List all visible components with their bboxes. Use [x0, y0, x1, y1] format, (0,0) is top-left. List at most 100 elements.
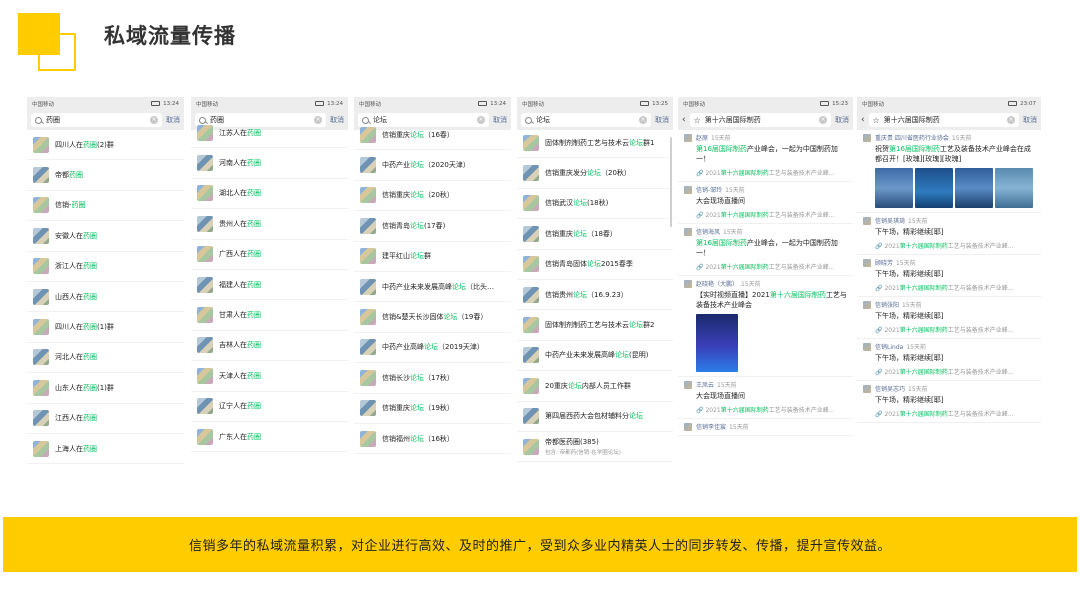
- list-item[interactable]: 信销青岛论坛(17春): [354, 211, 511, 242]
- scrollbar-thumb[interactable]: [670, 137, 672, 227]
- post-image[interactable]: [875, 168, 913, 208]
- list-item[interactable]: 四川人在药圈(2)群: [27, 130, 184, 161]
- list-item[interactable]: 帝都医药圈(385) 包含: 帝都药(信销-在学圈论坛): [517, 432, 673, 463]
- cancel-button[interactable]: 取消: [166, 115, 180, 125]
- feed-post[interactable]: 重庆贵 四川省医药行业协会 15天前 祝贺第16届国际制药工艺及装备技术产业峰会在成…: [857, 130, 1041, 213]
- list-item[interactable]: 信销重庆论坛（16春）: [354, 120, 511, 151]
- shared-link[interactable]: 🔗 2021第十六届国际制药工艺与装备技术产业峰…: [875, 367, 1037, 376]
- post-author[interactable]: 信销李佳宸: [696, 424, 726, 431]
- feed-post[interactable]: 信销海风 15天前 第16届国际制药产业峰会，一起为中国制药加一！ 🔗 2021第十六届…: [678, 224, 853, 276]
- shared-link[interactable]: 🔗 2021第十六届国际制药工艺与装备技术产业峰…: [696, 262, 849, 271]
- clear-icon[interactable]: ×: [1007, 116, 1015, 124]
- post-image[interactable]: [955, 168, 993, 208]
- shared-link[interactable]: 🔗 2021第十六届国际制药工艺与装备技术产业峰…: [875, 241, 1037, 250]
- list-item[interactable]: 第四届西药大会包材辅料分论坛: [517, 402, 673, 432]
- user-avatar[interactable]: [863, 343, 871, 351]
- shared-link[interactable]: 🔗 2021第十六届国际制药工艺与装备技术产业峰…: [875, 409, 1037, 418]
- list-item[interactable]: 信销重庆论坛（20秋）: [354, 181, 511, 212]
- list-item[interactable]: 固体制剂制药工艺与技术云论坛群1: [517, 128, 673, 159]
- feed-post[interactable]: 信销吴琪琦 15天前 下午场，精彩继续[耶] 🔗 2021第十六届国际制药工艺与装备技术…: [857, 213, 1041, 255]
- cancel-button[interactable]: 取消: [1023, 115, 1037, 125]
- list-item[interactable]: 贵州人在药圈: [191, 209, 348, 240]
- cancel-button[interactable]: 取消: [655, 115, 669, 125]
- list-item[interactable]: 四川人在药圈(1)群: [27, 312, 184, 343]
- list-item[interactable]: 信销青岛固体论坛2015春季: [517, 250, 673, 280]
- search-input[interactable]: ☆ 第十六届国际制药 ×: [689, 113, 831, 127]
- list-item[interactable]: 河南人在药圈: [191, 148, 348, 179]
- clear-icon[interactable]: ×: [150, 116, 158, 124]
- back-icon[interactable]: ‹: [682, 115, 686, 125]
- list-item[interactable]: 信销长沙论坛（17秋）: [354, 363, 511, 394]
- list-item[interactable]: 中药产业未来发展高峰论坛（比头…: [354, 272, 511, 303]
- user-avatar[interactable]: [684, 381, 692, 389]
- feed-post[interactable]: 信销吴志巧 15天前 下午场，精彩继续[耶] 🔗 2021第十六届国际制药工艺与装备技术…: [857, 381, 1041, 423]
- user-avatar[interactable]: [684, 134, 692, 142]
- list-item[interactable]: 信销福州论坛（16秋）: [354, 424, 511, 455]
- list-item[interactable]: 信销&楚天长沙固体论坛（19春）: [354, 302, 511, 333]
- post-author[interactable]: 赵晓艳（大鹏）: [696, 281, 738, 288]
- user-avatar[interactable]: [863, 259, 871, 267]
- list-item[interactable]: 浙江人在药圈: [27, 252, 184, 282]
- search-input[interactable]: 药圈 ×: [31, 113, 162, 127]
- list-item[interactable]: 广西人在药圈: [191, 240, 348, 270]
- list-item[interactable]: 信销-药圈: [27, 191, 184, 222]
- list-item[interactable]: 帝都药圈: [27, 160, 184, 191]
- list-item[interactable]: 天津人在药圈: [191, 361, 348, 392]
- post-author[interactable]: 信销海风: [696, 229, 720, 236]
- list-item[interactable]: 20重庆论坛内部人员工作群: [517, 371, 673, 402]
- post-image[interactable]: [995, 168, 1033, 208]
- list-item[interactable]: 中药产业未来发展高峰论坛(昆明): [517, 341, 673, 372]
- list-item[interactable]: 建平红山论坛群: [354, 242, 511, 272]
- list-item[interactable]: 江西人在药圈: [27, 404, 184, 434]
- list-item[interactable]: 安徽人在药圈: [27, 221, 184, 252]
- feed-post[interactable]: 赵原 15天前 第16届国际制药产业峰会，一起为中国制药加一！ 🔗 2021第十六届国际…: [678, 130, 853, 182]
- list-item[interactable]: 信销武汉论坛(18秋): [517, 189, 673, 220]
- post-author[interactable]: 信销吴志巧: [875, 386, 905, 393]
- search-input[interactable]: 论坛 ×: [521, 113, 651, 127]
- feed-post[interactable]: 赵晓艳（大鹏） 15天前 【实时视频直播】2021第十六届国际制药工艺与装备技术产业…: [678, 276, 853, 377]
- post-author[interactable]: 王凤云: [696, 382, 714, 389]
- user-avatar[interactable]: [684, 280, 692, 288]
- list-item[interactable]: 湖北人在药圈: [191, 179, 348, 210]
- user-avatar[interactable]: [863, 385, 871, 393]
- list-item[interactable]: 福建人在药圈: [191, 270, 348, 301]
- list-item[interactable]: 吉林人在药圈: [191, 331, 348, 362]
- cancel-button[interactable]: 取消: [835, 115, 849, 125]
- list-item[interactable]: 上海人在药圈: [27, 434, 184, 465]
- list-item[interactable]: 辽宁人在药圈: [191, 392, 348, 422]
- feed-post[interactable]: 信销Linda 15天前 下午场，精彩继续[耶] 🔗 2021第十六届国际制药工艺与装备…: [857, 339, 1041, 381]
- list-item[interactable]: 山东人在药圈(1)群: [27, 373, 184, 404]
- user-avatar[interactable]: [684, 228, 692, 236]
- user-avatar[interactable]: [863, 301, 871, 309]
- post-author[interactable]: 重庆贵 四川省医药行业协会: [875, 135, 949, 142]
- shared-link[interactable]: 🔗 2021第十六届国际制药工艺与装备技术产业峰…: [696, 405, 849, 414]
- shared-link[interactable]: 🔗 2021第十六届国际制药工艺与装备技术产业峰…: [696, 168, 849, 177]
- feed-post[interactable]: 信销李佳宸 15天前: [678, 419, 853, 436]
- list-item[interactable]: 中药产业高峰论坛（2019天津）: [354, 333, 511, 364]
- user-avatar[interactable]: [863, 134, 871, 142]
- post-image[interactable]: [915, 168, 953, 208]
- shared-link[interactable]: 🔗 2021第十六届国际制药工艺与装备技术产业峰…: [696, 210, 849, 219]
- post-author[interactable]: 信销张阳: [875, 302, 899, 309]
- list-item[interactable]: 甘肃人在药圈: [191, 300, 348, 331]
- post-author[interactable]: 顾晓芳: [875, 260, 893, 267]
- user-avatar[interactable]: [863, 217, 871, 225]
- list-item[interactable]: 河北人在药圈: [27, 343, 184, 374]
- search-input[interactable]: ☆ 第十六届国际制药 ×: [868, 113, 1019, 127]
- list-item[interactable]: 信销贵州论坛（16.9.23）: [517, 280, 673, 311]
- list-item[interactable]: 信销重庆论坛（18春）: [517, 219, 673, 250]
- feed-post[interactable]: 顾晓芳 15天前 下午场，精彩继续[耶] 🔗 2021第十六届国际制药工艺与装备技术产业…: [857, 255, 1041, 297]
- list-item[interactable]: 山西人在药圈: [27, 282, 184, 313]
- post-author[interactable]: 信销吴琪琦: [875, 218, 905, 225]
- list-item[interactable]: 广东人在药圈: [191, 422, 348, 453]
- post-author[interactable]: 赵原: [696, 135, 708, 142]
- back-icon[interactable]: ‹: [861, 115, 865, 125]
- clear-icon[interactable]: ×: [639, 116, 647, 124]
- user-avatar[interactable]: [684, 423, 692, 431]
- list-item[interactable]: 江苏人在药圈: [191, 118, 348, 149]
- user-avatar[interactable]: [684, 186, 692, 194]
- post-author[interactable]: 信销-邹玲: [696, 187, 722, 194]
- post-image[interactable]: [696, 314, 738, 372]
- feed-post[interactable]: 信销-邹玲 15天前 大会现场直播间 🔗 2021第十六届国际制药工艺与装备技术产业峰…: [678, 182, 853, 224]
- list-item[interactable]: 固体制剂制药工艺与技术云论坛群2: [517, 310, 673, 341]
